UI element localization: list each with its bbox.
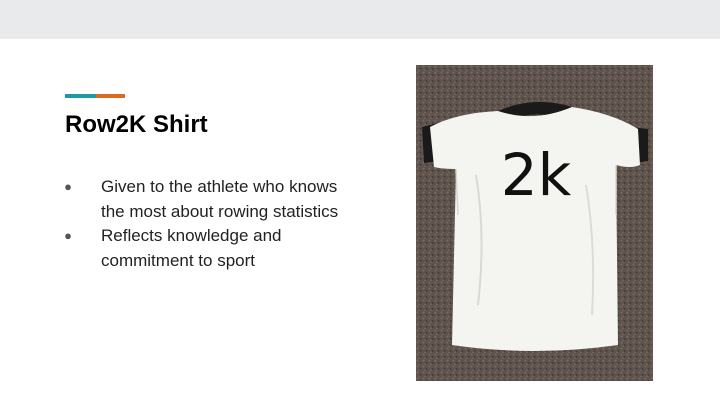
bullet-item: ● Reflects knowledge and commitment to s… [58,224,358,273]
accent-bar-teal [65,94,96,98]
bullet-item: ● Given to the athlete who knows the mos… [58,175,358,224]
bullet-text: Reflects knowledge and commitment to spo… [101,226,282,270]
bullet-icon: ● [64,179,72,194]
bullet-list: ● Given to the athlete who knows the mos… [58,175,358,273]
shirt-2k-print: 2k [501,141,572,209]
shirt-photo: 2k [416,65,653,381]
shirt-photo-illustration: 2k [416,65,653,381]
slide-title: Row2K Shirt [65,111,208,138]
accent-bar-orange [96,94,125,98]
bullet-icon: ● [64,228,72,243]
top-bar [0,0,720,39]
bullet-text: Given to the athlete who knows the most … [101,177,339,221]
